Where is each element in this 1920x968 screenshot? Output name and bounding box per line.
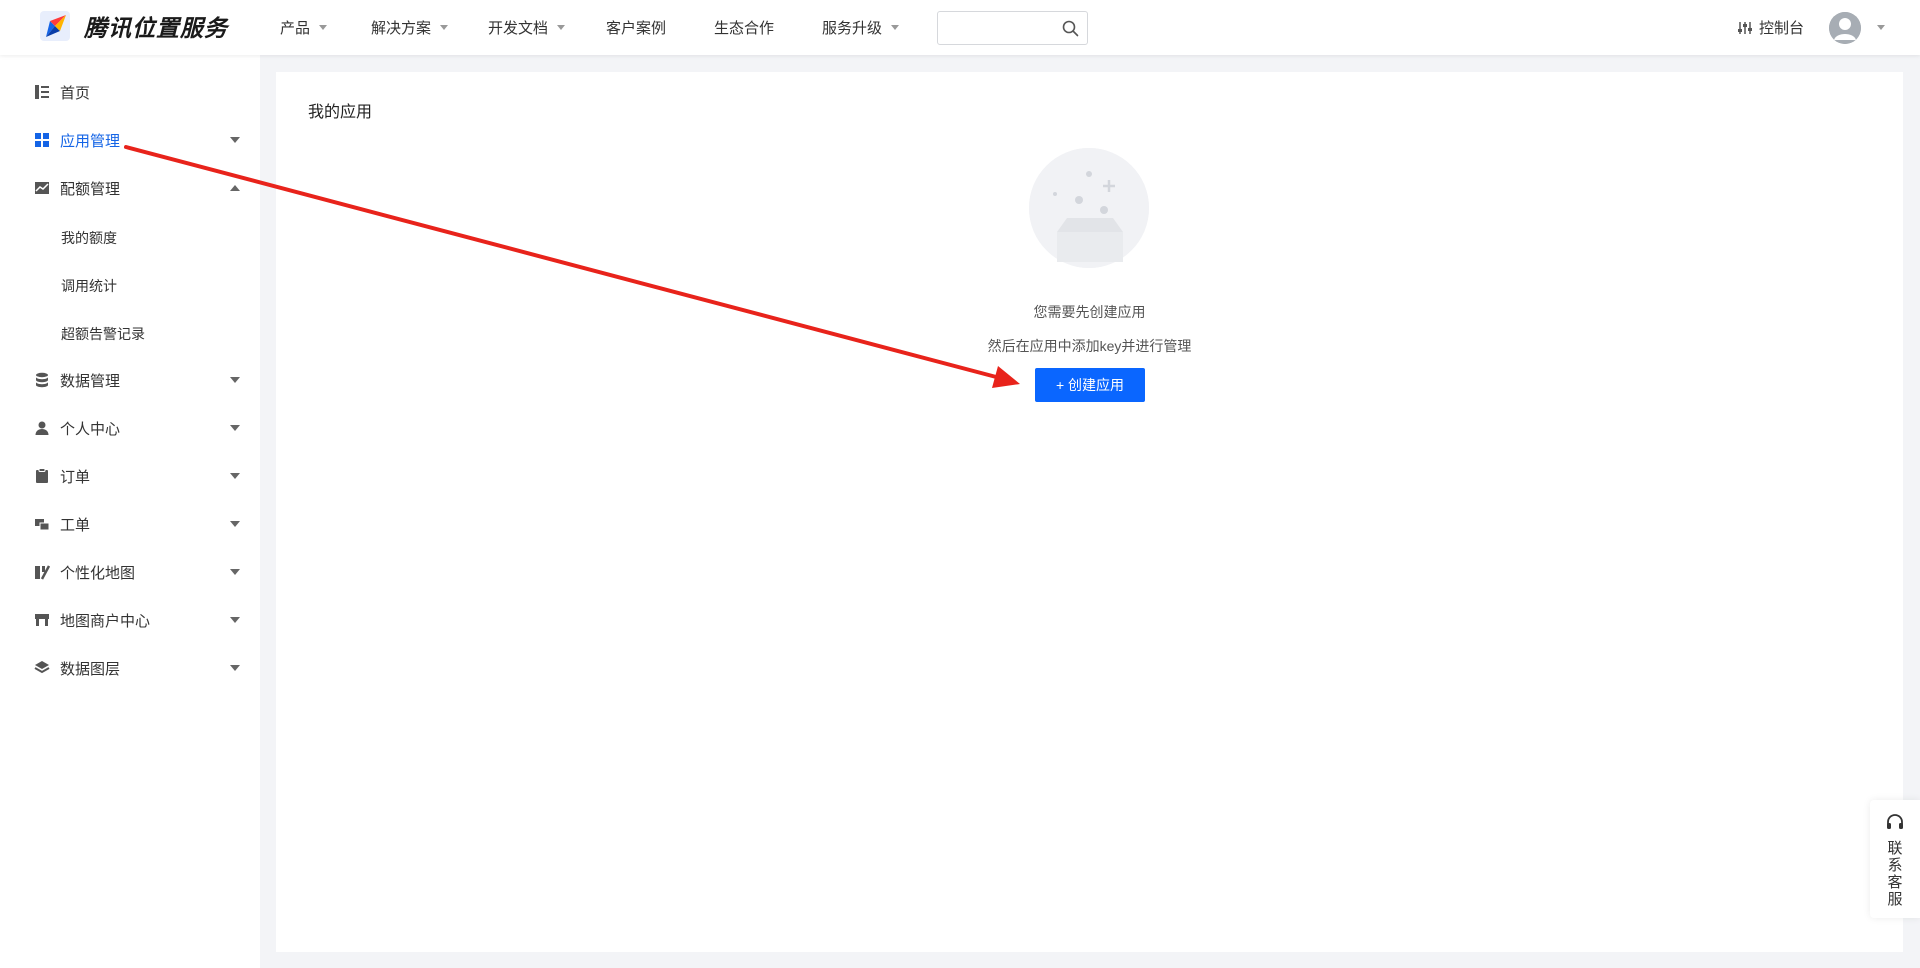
- sidebar-item-label: 首页: [60, 84, 91, 102]
- chevron-up-icon: [230, 185, 240, 191]
- database-icon: [36, 372, 48, 388]
- sidebar-item-orders[interactable]: 订单: [34, 464, 240, 488]
- empty-box-icon: [1029, 148, 1149, 268]
- layers-icon: [34, 661, 50, 674]
- clipboard-icon: [36, 468, 48, 483]
- chevron-down-icon: [230, 377, 240, 383]
- sidebar-item-merchant-center[interactable]: 地图商户中心: [34, 608, 240, 632]
- list-icon: [35, 85, 49, 99]
- nav-label: 生态合作: [714, 20, 775, 37]
- nav-item-ecosystem[interactable]: 生态合作: [714, 17, 774, 38]
- console-label: 控制台: [1759, 20, 1805, 37]
- nav-item-products[interactable]: 产品: [280, 17, 328, 38]
- nav-item-docs[interactable]: 开发文档: [488, 17, 566, 38]
- main-panel: 我的应用 您需要先创建应用 然后在应用中添加key并进行管理 + 创建应用: [276, 72, 1903, 952]
- chevron-down-icon: [557, 25, 566, 30]
- console-link[interactable]: 控制台: [1737, 17, 1804, 38]
- sidebar: 首页 应用管理 配额管理 我的额度 调用统计 超额告警记录 数据管理 个人中心: [0, 55, 260, 968]
- compass-logo-icon: [38, 9, 72, 43]
- sidebar-item-label: 配额管理: [60, 180, 121, 198]
- nav-label: 解决方案: [371, 20, 432, 37]
- sidebar-item-label: 数据管理: [60, 372, 121, 390]
- chevron-down-icon: [230, 425, 240, 431]
- sidebar-item-app-management[interactable]: 应用管理: [34, 128, 240, 152]
- chevron-down-icon: [440, 25, 449, 30]
- nav-item-cases[interactable]: 客户案例: [606, 17, 666, 38]
- chevron-down-icon: [891, 25, 900, 30]
- grid-icon: [35, 133, 49, 147]
- sidebar-item-quota-management[interactable]: 配额管理: [34, 176, 240, 200]
- sidebar-item-label: 数据图层: [60, 660, 121, 678]
- user-icon: [35, 421, 49, 435]
- chevron-down-icon: [230, 617, 240, 623]
- nav-label: 客户案例: [606, 20, 667, 37]
- sliders-icon: [1738, 21, 1752, 34]
- sidebar-subitem-overage-alerts[interactable]: 超额告警记录: [61, 324, 145, 344]
- sidebar-item-tickets[interactable]: 工单: [34, 512, 240, 536]
- sidebar-item-personal-center[interactable]: 个人中心: [34, 416, 240, 440]
- sidebar-item-label: 工单: [60, 516, 91, 534]
- ticket-icon: [35, 519, 50, 531]
- page-title: 我的应用: [308, 104, 373, 121]
- sidebar-item-label: 地图商户中心: [60, 612, 151, 630]
- sidebar-item-data-management[interactable]: 数据管理: [34, 368, 240, 392]
- empty-state-hint: 然后在应用中添加key并进行管理: [987, 338, 1192, 354]
- nav-label: 开发文档: [488, 20, 549, 37]
- search-box[interactable]: [937, 11, 1088, 45]
- nav-label: 产品: [280, 20, 311, 37]
- store-icon: [35, 614, 49, 626]
- chart-icon: [35, 182, 49, 194]
- sidebar-item-label: 个人中心: [60, 420, 121, 438]
- chevron-down-icon: [230, 569, 240, 575]
- sidebar-item-home[interactable]: 首页: [34, 80, 240, 104]
- chevron-down-icon: [230, 665, 240, 671]
- brand-name: 腾讯位置服务: [84, 15, 228, 41]
- sidebar-item-label: 订单: [60, 468, 91, 486]
- search-icon[interactable]: [1062, 20, 1079, 37]
- brand-logo[interactable]: 腾讯位置服务: [38, 9, 228, 43]
- headset-icon: [1887, 814, 1903, 829]
- chevron-down-icon: [230, 521, 240, 527]
- sidebar-item-data-layers[interactable]: 数据图层: [34, 656, 240, 680]
- create-app-button[interactable]: + 创建应用: [1035, 368, 1145, 402]
- nav-item-upgrade[interactable]: 服务升级: [822, 17, 900, 38]
- sidebar-item-custom-map[interactable]: 个性化地图: [34, 560, 240, 584]
- avatar[interactable]: [1829, 12, 1861, 44]
- sidebar-item-label: 应用管理: [60, 132, 121, 150]
- search-input[interactable]: [938, 12, 1048, 44]
- top-navbar: 腾讯位置服务 产品 解决方案 开发文档 客户案例 生态合作 服务升级 控制台: [0, 0, 1920, 55]
- contact-support-widget[interactable]: 联系客服: [1870, 800, 1920, 918]
- chevron-down-icon: [319, 25, 328, 30]
- chevron-down-icon[interactable]: [1877, 25, 1885, 30]
- chevron-down-icon: [230, 137, 240, 143]
- nav-item-solutions[interactable]: 解决方案: [371, 17, 449, 38]
- map-style-icon: [35, 565, 50, 580]
- empty-state-message: 您需要先创建应用: [1033, 304, 1146, 320]
- user-avatar-icon: [1829, 12, 1861, 44]
- contact-support-label: 联系客服: [1887, 840, 1903, 908]
- nav-label: 服务升级: [822, 20, 883, 37]
- sidebar-item-label: 个性化地图: [60, 564, 136, 582]
- sidebar-subitem-my-quota[interactable]: 我的额度: [61, 228, 117, 248]
- chevron-down-icon: [230, 473, 240, 479]
- sidebar-subitem-call-stats[interactable]: 调用统计: [61, 276, 117, 296]
